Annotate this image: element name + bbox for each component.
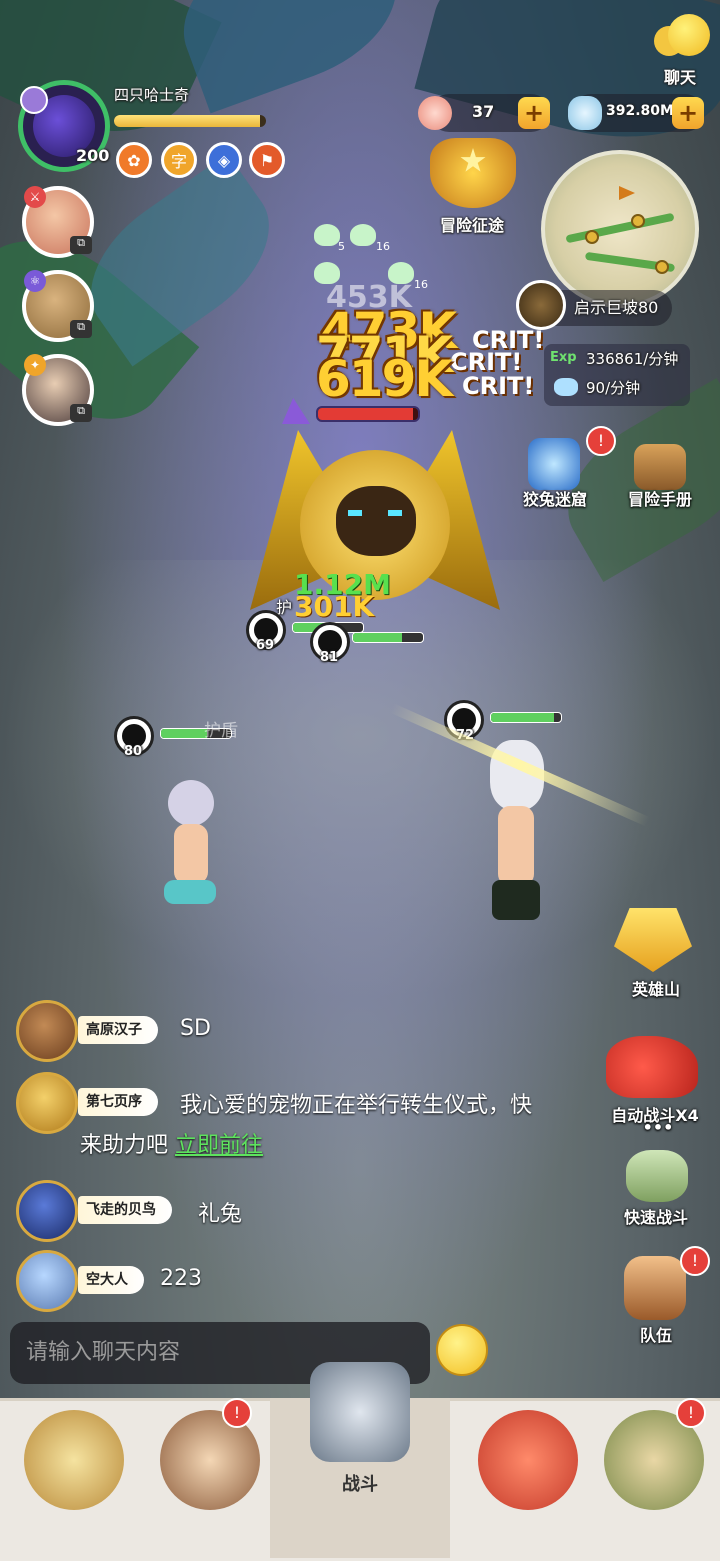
chat-sender[interactable]: 高原汉子: [78, 1016, 158, 1044]
adventure-journey-button[interactable]: [430, 138, 516, 208]
damage-number: 619K: [316, 350, 453, 408]
enemy-unit-hp-fill: [491, 713, 554, 722]
gem-icon: [568, 96, 602, 130]
stage-boss-avatar: [516, 280, 566, 330]
notification-badge: !: [586, 426, 616, 456]
boss-face: [336, 486, 416, 556]
nav-battle-tab[interactable]: [310, 1362, 410, 1462]
add-shells-button[interactable]: +: [518, 97, 550, 129]
nav-battle-label: 战斗: [342, 1474, 378, 1495]
shell-count: 37: [472, 102, 495, 121]
enemy-unit-hp: [490, 712, 562, 723]
adventure-handbook-button[interactable]: [634, 444, 686, 490]
chat-message-long: 我心爱的宠物正在举行转生仪式，快来助力吧 立即前往: [80, 1086, 540, 1166]
nav-heroes-tab[interactable]: [24, 1410, 124, 1510]
gear-icon[interactable]: [20, 86, 48, 114]
notification-badge: !: [222, 1398, 252, 1428]
rabbit-maze-button[interactable]: [528, 438, 580, 490]
buff-icon[interactable]: 字: [161, 142, 197, 178]
gem-count: 392.80M: [606, 103, 674, 119]
exp-rate: 336861/分钟: [586, 350, 679, 368]
nav-pets-tab[interactable]: [478, 1410, 578, 1510]
player-level: 200: [76, 146, 110, 165]
boss-eye: [388, 510, 402, 516]
player-hp-bar: [114, 115, 266, 127]
party-switch-icon[interactable]: ⧉: [70, 320, 92, 338]
jungle-leaf: [162, 0, 418, 114]
class-icon: ⚛: [24, 270, 46, 292]
gem-icon: [554, 378, 578, 396]
auto-battle-button[interactable]: [606, 1036, 698, 1098]
enemy-unit-level: 80: [124, 744, 143, 759]
skull-icon: [314, 224, 340, 246]
enemy-unit-level: 81: [320, 650, 339, 665]
hero-character: [150, 780, 230, 930]
skull-stack: 16: [414, 278, 428, 291]
adventure-handbook-label: 冒险手册: [627, 490, 692, 509]
map-node: [585, 230, 599, 244]
adventure-journey-label: 冒险征途: [439, 216, 504, 235]
quick-battle-button[interactable]: [626, 1150, 688, 1202]
flag-icon: [619, 186, 635, 200]
team-label: 队伍: [639, 1326, 672, 1345]
more-dots[interactable]: •••: [630, 1118, 686, 1137]
buff-icon[interactable]: ✿: [116, 142, 152, 178]
boss-eye: [348, 510, 362, 516]
quick-battle-label: 快速战斗: [623, 1208, 688, 1227]
rabbit-maze-label: 狡兔迷窟: [522, 490, 587, 509]
star-icon: [460, 148, 486, 172]
chat-message-text: 我心爱的宠物正在举行转生仪式，快来助力吧: [80, 1093, 533, 1158]
chat-message: SD: [180, 1016, 211, 1041]
enemy-unit-hp-fill: [161, 729, 207, 738]
skull-stack: 16: [376, 240, 390, 253]
team-button[interactable]: [624, 1256, 686, 1320]
shell-icon: [418, 96, 452, 130]
chat-avatar[interactable]: [16, 1000, 78, 1062]
chat-avatar[interactable]: [16, 1250, 78, 1312]
notification-badge: !: [676, 1398, 706, 1428]
hero-mountain-label: 英雄山: [631, 980, 680, 999]
chat-sender[interactable]: 空大人: [78, 1266, 144, 1294]
chat-message: 礼兔: [198, 1202, 243, 1227]
smiley-icon: [668, 14, 710, 56]
skull-stack: 5: [338, 240, 345, 253]
idle-rate-panel: Exp 336861/分钟 90/分钟: [544, 344, 690, 406]
enemy-unit-hp: [352, 632, 424, 643]
chat-label: 聊天: [663, 68, 696, 87]
add-gems-button[interactable]: +: [672, 97, 704, 129]
class-icon: ⚔: [24, 186, 46, 208]
gem-rate: 90/分钟: [586, 379, 641, 397]
exp-label: Exp: [550, 350, 577, 365]
crit-label: CRIT!: [462, 372, 535, 400]
chat-link[interactable]: 立即前往: [175, 1133, 263, 1158]
enemy-unit-hp-fill: [353, 633, 402, 642]
party-switch-icon[interactable]: ⧉: [70, 236, 92, 254]
skull-icon: [350, 224, 376, 246]
player-name: 四只哈士奇: [114, 86, 190, 104]
chat-button[interactable]: [654, 14, 710, 66]
chat-avatar[interactable]: [16, 1072, 78, 1134]
shield-label: 护盾: [204, 721, 238, 741]
chat-sender[interactable]: 飞走的贝鸟: [78, 1196, 172, 1224]
damage-number: 301K: [294, 590, 375, 623]
emoji-icon[interactable]: [436, 1324, 488, 1376]
minimap[interactable]: [541, 150, 699, 308]
notification-badge: !: [680, 1246, 710, 1276]
buff-icon[interactable]: ◈: [206, 142, 242, 178]
map-node: [655, 260, 669, 274]
boss-hp-fill: [318, 408, 413, 420]
map-node: [631, 214, 645, 228]
chat-avatar[interactable]: [16, 1180, 78, 1242]
chat-message: 223: [160, 1266, 202, 1291]
enemy-unit-level: 69: [256, 638, 275, 653]
map-path: [565, 212, 675, 244]
player-hp-fill: [114, 115, 260, 127]
buff-icon[interactable]: ⚑: [249, 142, 285, 178]
party-switch-icon[interactable]: ⧉: [70, 404, 92, 422]
class-icon: ✦: [24, 354, 46, 376]
